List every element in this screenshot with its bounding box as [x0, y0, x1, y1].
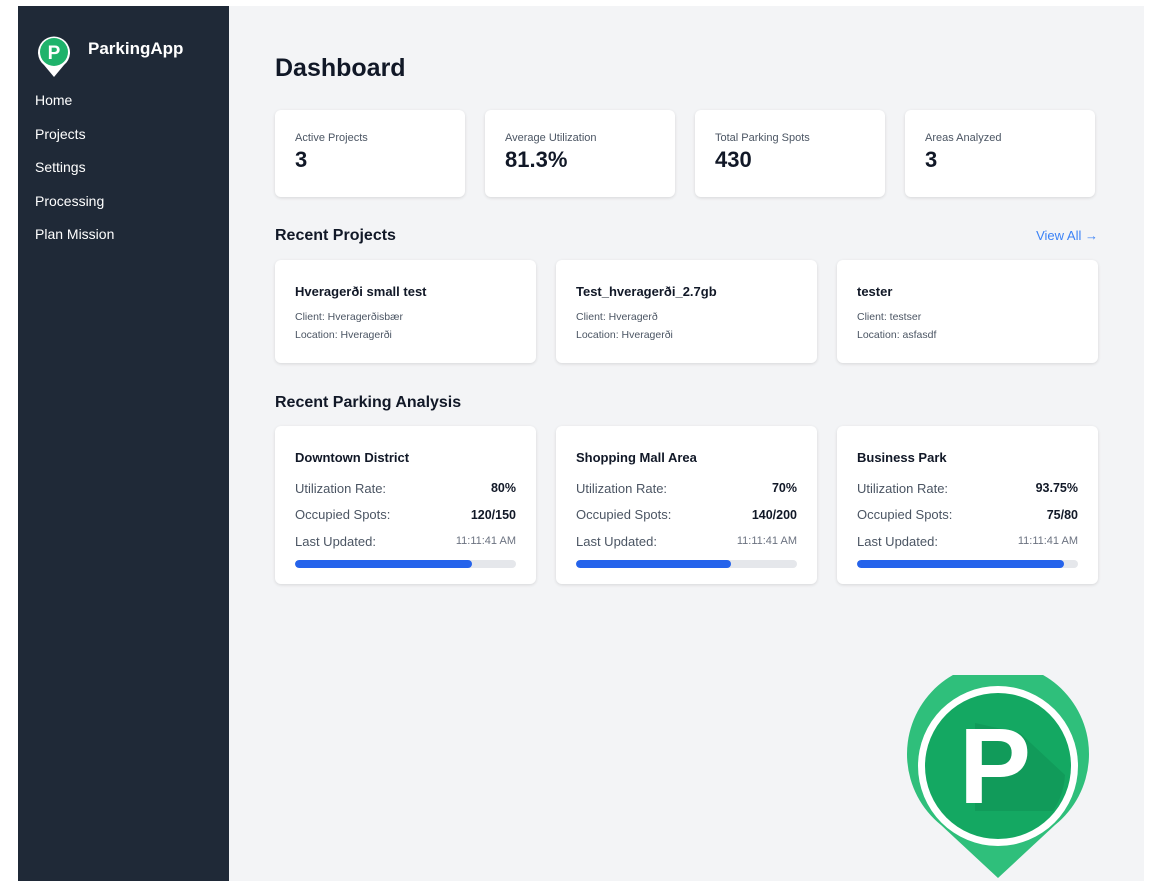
occupied-value: 75/80 — [1046, 507, 1078, 522]
sidebar-item-plan-mission[interactable]: Plan Mission — [18, 218, 229, 252]
recent-analysis-list: Downtown District Utilization Rate: 80% … — [275, 426, 1098, 584]
project-client: Client: testser — [857, 311, 922, 323]
occupied-label: Occupied Spots: — [576, 507, 672, 523]
occupied-row: Occupied Spots: 120/150 — [295, 502, 516, 529]
utilization-label: Utilization Rate: — [857, 480, 949, 496]
utilization-label: Utilization Rate: — [295, 480, 387, 496]
stat-value: 3 — [295, 147, 308, 172]
updated-row: Last Updated: 11:11:41 AM — [295, 528, 516, 555]
updated-label: Last Updated: — [857, 533, 938, 549]
analysis-card[interactable]: Shopping Mall Area Utilization Rate: 70%… — [556, 426, 817, 584]
project-client: Client: Hveragerð — [576, 311, 658, 323]
project-card[interactable]: Test_hveragerði_2.7gb Client: Hveragerð … — [556, 260, 817, 363]
project-location: Location: Hveragerði — [576, 329, 673, 341]
utilization-value: 93.75% — [1035, 481, 1078, 496]
page-title: Dashboard — [275, 54, 406, 82]
updated-label: Last Updated: — [576, 533, 657, 549]
sidebar-nav: Home Projects Settings Processing Plan M… — [18, 84, 229, 252]
utilization-label: Utilization Rate: — [576, 480, 668, 496]
sidebar-item-projects[interactable]: Projects — [18, 118, 229, 152]
stat-value: 430 — [715, 147, 752, 172]
recent-projects-title: Recent Projects — [275, 227, 396, 244]
utilization-row: Utilization Rate: 70% — [576, 475, 797, 502]
utilization-value: 80% — [490, 481, 516, 496]
project-name: Test_hveragerði_2.7gb — [576, 284, 717, 299]
updated-label: Last Updated: — [295, 533, 376, 549]
brand-logo-letter: P — [48, 43, 61, 64]
occupied-label: Occupied Spots: — [857, 507, 953, 523]
updated-value: 11:11:41 AM — [736, 535, 797, 548]
sidebar-item-home[interactable]: Home — [18, 84, 229, 118]
occupied-label: Occupied Spots: — [295, 507, 391, 523]
analysis-area-name: Downtown District — [295, 450, 410, 465]
project-name: tester — [857, 284, 893, 299]
parking-pin-icon: P — [38, 36, 70, 77]
project-client: Client: Hveragerðisbær — [295, 311, 403, 323]
analysis-card[interactable]: Business Park Utilization Rate: 93.75% O… — [837, 426, 1098, 584]
stat-label: Active Projects — [295, 132, 368, 144]
updated-value: 11:11:41 AM — [1017, 535, 1078, 548]
occupied-value: 120/150 — [470, 507, 516, 522]
app-name: ParkingApp — [88, 39, 184, 58]
sidebar-item-processing[interactable]: Processing — [18, 185, 229, 219]
watermark-logo-letter: P — [959, 705, 1031, 826]
utilization-progress-bar — [857, 559, 1078, 568]
utilization-row: Utilization Rate: 93.75% — [857, 475, 1078, 502]
utilization-progress-fill — [857, 559, 1065, 568]
stats-row: Active Projects 3 Average Utilization 81… — [275, 110, 1095, 197]
occupied-value: 140/200 — [751, 507, 797, 522]
project-card[interactable]: Hveragerði small test Client: Hveragerði… — [275, 260, 536, 363]
utilization-progress-fill — [576, 559, 731, 568]
project-card[interactable]: tester Client: testser Location: asfasdf — [837, 260, 1098, 363]
brand[interactable]: P ParkingApp — [18, 30, 229, 82]
stat-card-areas-analyzed: Areas Analyzed 3 — [905, 110, 1095, 197]
stat-label: Average Utilization — [505, 132, 597, 144]
recent-projects-list: Hveragerði small test Client: Hveragerði… — [275, 260, 1098, 363]
analysis-area-name: Shopping Mall Area — [576, 450, 697, 465]
project-location: Location: Hveragerði — [295, 329, 392, 341]
recent-analysis-title: Recent Parking Analysis — [275, 394, 462, 411]
sidebar-item-settings[interactable]: Settings — [18, 151, 229, 185]
view-all-link[interactable]: View All → — [1036, 228, 1098, 243]
analysis-card[interactable]: Downtown District Utilization Rate: 80% … — [275, 426, 536, 584]
stat-card-average-utilization: Average Utilization 81.3% — [485, 110, 675, 197]
stat-label: Total Parking Spots — [715, 132, 810, 144]
updated-row: Last Updated: 11:11:41 AM — [857, 528, 1078, 555]
stat-value: 81.3% — [505, 147, 568, 172]
utilization-progress-bar — [295, 559, 516, 568]
project-location: Location: asfasdf — [857, 329, 937, 341]
project-name: Hveragerði small test — [295, 284, 427, 299]
stat-card-active-projects: Active Projects 3 — [275, 110, 465, 197]
utilization-progress-bar — [576, 559, 797, 568]
stat-value: 3 — [925, 147, 938, 172]
sidebar: P ParkingApp Home Projects Settings Proc… — [18, 6, 229, 881]
updated-value: 11:11:41 AM — [455, 535, 516, 548]
parking-pin-icon: P — [907, 675, 1089, 878]
utilization-value: 70% — [771, 481, 797, 496]
utilization-row: Utilization Rate: 80% — [295, 475, 516, 502]
occupied-row: Occupied Spots: 140/200 — [576, 502, 797, 529]
stat-card-total-parking-spots: Total Parking Spots 430 — [695, 110, 885, 197]
analysis-area-name: Business Park — [857, 450, 947, 465]
utilization-progress-fill — [295, 559, 472, 568]
occupied-row: Occupied Spots: 75/80 — [857, 502, 1078, 529]
updated-row: Last Updated: 11:11:41 AM — [576, 528, 797, 555]
stat-label: Areas Analyzed — [925, 132, 1002, 144]
